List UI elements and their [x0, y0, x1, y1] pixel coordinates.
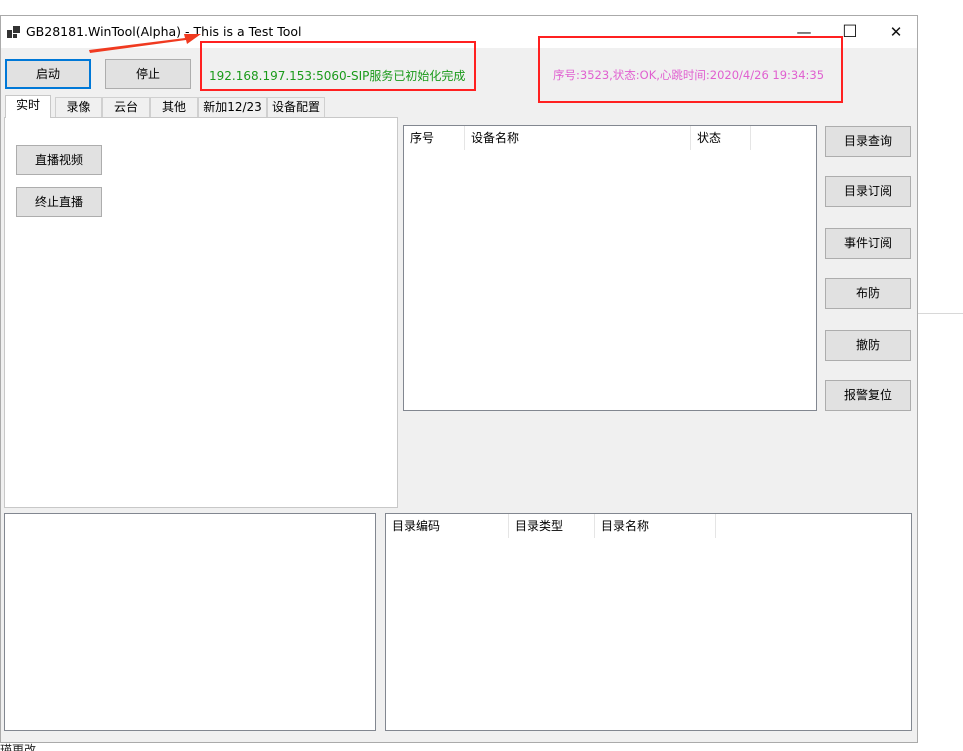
annotation-box-heartbeat	[538, 36, 843, 103]
annotation-arrow-icon	[89, 34, 201, 53]
background-text-fragment: 瑛更改	[0, 743, 37, 751]
tab-record[interactable]: 录像	[55, 97, 102, 117]
alarm-reset-button[interactable]: 报警复位	[825, 380, 911, 411]
column-header-index[interactable]: 序号	[404, 126, 465, 150]
live-tab-panel: 直播视频 终止直播	[4, 117, 398, 508]
start-button[interactable]: 启动	[5, 59, 91, 89]
log-textbox[interactable]	[4, 513, 376, 731]
app-icon	[7, 25, 21, 39]
disarm-button[interactable]: 撤防	[825, 330, 911, 361]
column-header-status[interactable]: 状态	[691, 126, 751, 150]
background-divider	[918, 313, 963, 314]
stop-live-button[interactable]: 终止直播	[16, 187, 102, 217]
play-video-button[interactable]: 直播视频	[16, 145, 102, 175]
event-subscribe-button[interactable]: 事件订阅	[825, 228, 911, 259]
tab-live[interactable]: 实时	[5, 95, 51, 118]
column-header-catalog-type[interactable]: 目录类型	[509, 514, 595, 538]
catalog-list[interactable]: 目录编码 目录类型 目录名称	[385, 513, 912, 731]
tab-ptz[interactable]: 云台	[102, 97, 150, 117]
tab-new[interactable]: 新加12/23	[198, 97, 267, 117]
app-window: GB28181.WinTool(Alpha) - This is a Test …	[0, 15, 918, 743]
catalog-subscribe-button[interactable]: 目录订阅	[825, 176, 911, 207]
stop-button[interactable]: 停止	[105, 59, 191, 89]
column-header-catalog-code[interactable]: 目录编码	[386, 514, 509, 538]
column-header-catalog-name[interactable]: 目录名称	[595, 514, 716, 538]
tab-device-config[interactable]: 设备配置	[267, 97, 325, 117]
column-header-device-name[interactable]: 设备名称	[465, 126, 691, 150]
close-icon[interactable]: ✕	[873, 16, 919, 48]
device-list[interactable]: 序号 设备名称 状态	[403, 125, 817, 411]
catalog-query-button[interactable]: 目录查询	[825, 126, 911, 157]
arm-button[interactable]: 布防	[825, 278, 911, 309]
tab-other[interactable]: 其他	[150, 97, 198, 117]
annotation-box-sip	[200, 41, 476, 91]
